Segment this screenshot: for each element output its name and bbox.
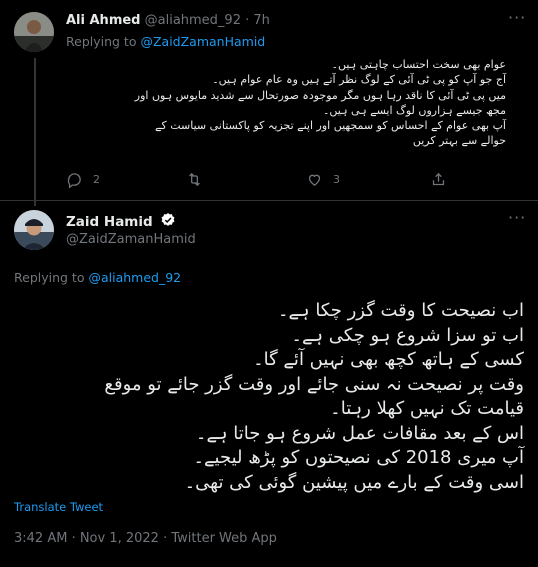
reply-actions: 2 3 [66, 171, 516, 191]
text-line: اب نصیحت کا وقت گزر چکا ہے۔ [277, 300, 524, 321]
like-icon [308, 174, 321, 186]
author-name[interactable]: Ali Ahmed [66, 13, 140, 28]
text-line: آپ بھی عوام کے احساس کو سمجھیں اور اپنے … [155, 119, 506, 133]
main-author-row: Zaid Hamid [66, 212, 176, 232]
text-line: آج جو آپ کو پی ٹی آئی کے لوگ نظر آتے ہیں… [212, 73, 506, 87]
main-replying-to-prefix: Replying to [14, 270, 85, 285]
text-line: اب تو سزا شروع ہو چکی ہے۔ [291, 324, 524, 346]
text-line: عوام بھی سخت احتساب چاہتی ہیں۔ [331, 58, 506, 71]
avatar-zaid-hamid[interactable] [14, 210, 54, 250]
text-line: اسی وقت کے بارے میں پیشین گوئی کی تھی۔ [184, 471, 524, 493]
replying-to-prefix: Replying to [66, 34, 137, 49]
main-more-icon[interactable]: ··· [508, 208, 526, 227]
text-line: آپ میری 2018 کی نصیحتوں کو پڑھ لیجیے۔ [193, 447, 524, 468]
reply-button[interactable]: 2 [66, 171, 100, 188]
share-button[interactable] [430, 171, 447, 188]
text-line: کسی کے ہاتھ کچھ بھی نہیں آئے گا۔ [253, 349, 524, 370]
like-button[interactable]: 3 [306, 171, 340, 188]
author-handle[interactable]: @aliahmed_92 [145, 13, 241, 28]
retweet-button[interactable] [186, 171, 213, 188]
tweet-timestamp[interactable]: 3:42 AM · Nov 1, 2022 · Twitter Web App [14, 531, 277, 546]
text-line: وقت پر نصیحت نہ سنی جائے اور وقت گزر جائ… [104, 373, 524, 395]
retweet-icon [189, 172, 200, 187]
main-tweet-text: اب نصیحت کا وقت گزر چکا ہے۔ اب تو سزا شر… [24, 299, 524, 495]
text-line: مجھ جیسے ہزاروں لوگ ایسے ہی ہیں۔ [322, 103, 506, 117]
reply-icon [67, 173, 81, 188]
main-author-handle[interactable]: @ZaidZamanHamid [66, 232, 196, 247]
verified-icon [160, 212, 176, 232]
reply-tweet[interactable]: Ali Ahmed @aliahmed_92 · 7h ··· Replying… [0, 0, 538, 206]
reply-count: 2 [93, 173, 100, 186]
main-replying-to-link[interactable]: @aliahmed_92 [88, 270, 181, 285]
avatar-ali-ahmed[interactable] [14, 12, 54, 52]
like-count: 3 [333, 173, 340, 186]
main-author-name[interactable]: Zaid Hamid [66, 214, 153, 230]
replying-to: Replying to @ZaidZamanHamid [66, 34, 265, 49]
text-line: اس کے بعد مقافات عمل شروع ہو جاتا ہے۔ [195, 422, 524, 444]
more-icon[interactable]: ··· [508, 8, 526, 27]
main-replying-to: Replying to @aliahmed_92 [14, 270, 181, 285]
translate-tweet-link[interactable]: Translate Tweet [14, 500, 103, 514]
reply-tweet-text: عوام بھی سخت احتساب چاہتی ہیں۔ آج جو آپ … [66, 57, 506, 149]
thread-line [34, 58, 36, 206]
text-line: قیامت تک نہیں کھلا رہتا۔ [330, 398, 524, 419]
text-line: حوالے سے بہتر کریں [412, 134, 506, 148]
text-line: میں پی ٹی آئی کا ناقد رہا ہوں مگر موجودہ… [134, 88, 506, 102]
share-icon [432, 172, 445, 186]
tweet-time[interactable]: · 7h [245, 13, 270, 28]
replying-to-link[interactable]: @ZaidZamanHamid [140, 34, 265, 49]
reply-header: Ali Ahmed @aliahmed_92 · 7h [66, 13, 270, 28]
